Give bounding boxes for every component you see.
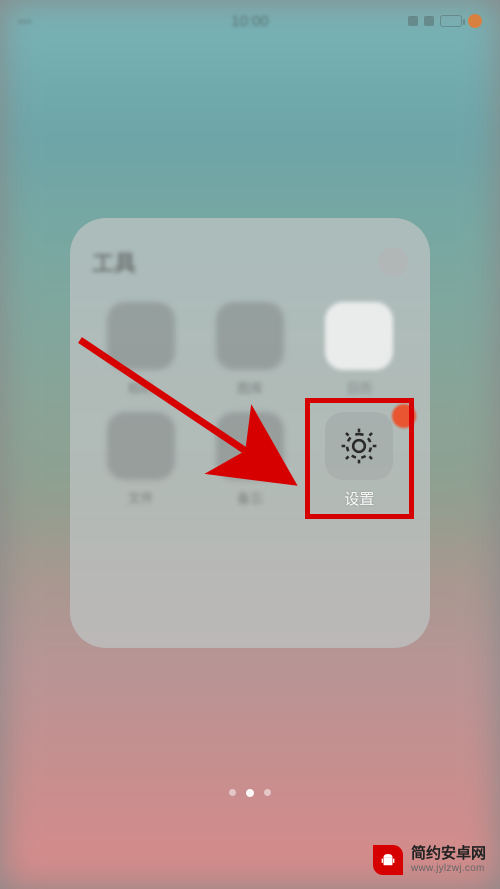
notification-badge [392, 404, 416, 428]
app-item[interactable]: 日历 [311, 302, 408, 394]
camera-icon [107, 302, 175, 370]
signal-icon [408, 16, 418, 26]
status-time: 10:00 [231, 13, 269, 30]
files-icon [107, 412, 175, 480]
profile-indicator [468, 14, 482, 28]
app-label: 相机 [128, 378, 154, 394]
calendar-icon [325, 302, 393, 370]
page-dot [264, 789, 271, 796]
app-item[interactable]: 图库 [201, 302, 298, 394]
page-indicator [229, 789, 271, 797]
status-left: ••• [18, 14, 32, 29]
notes-icon [216, 412, 284, 480]
settings-app[interactable]: 设置 [311, 412, 408, 509]
settings-label: 设置 [344, 488, 374, 509]
page-dot-active [246, 789, 254, 797]
watermark-url: www.jylzwj.com [411, 863, 486, 874]
gear-icon [325, 412, 393, 480]
folder-menu-button[interactable] [378, 247, 408, 277]
folder-header: 工具 [92, 246, 408, 278]
gallery-icon [216, 302, 284, 370]
app-folder[interactable]: 工具 相机 图库 日历 文件 备忘 [70, 218, 430, 648]
status-right [408, 14, 482, 28]
watermark-name: 简约安卓网 [411, 846, 486, 863]
app-item[interactable]: 备忘 [201, 412, 298, 509]
battery-icon [440, 15, 462, 27]
folder-icon-grid: 相机 图库 日历 文件 备忘 [92, 302, 408, 509]
wifi-icon [424, 16, 434, 26]
app-label: 图库 [237, 378, 263, 394]
page-dot [229, 789, 236, 796]
watermark: 简约安卓网 www.jylzwj.com [373, 845, 486, 875]
app-item[interactable]: 相机 [92, 302, 189, 394]
app-label: 日历 [346, 378, 372, 394]
app-item[interactable]: 文件 [92, 412, 189, 509]
app-label: 备忘 [237, 488, 263, 504]
folder-title: 工具 [92, 246, 136, 278]
app-label: 文件 [128, 488, 154, 504]
status-bar: ••• 10:00 [0, 0, 500, 42]
watermark-logo [373, 845, 403, 875]
